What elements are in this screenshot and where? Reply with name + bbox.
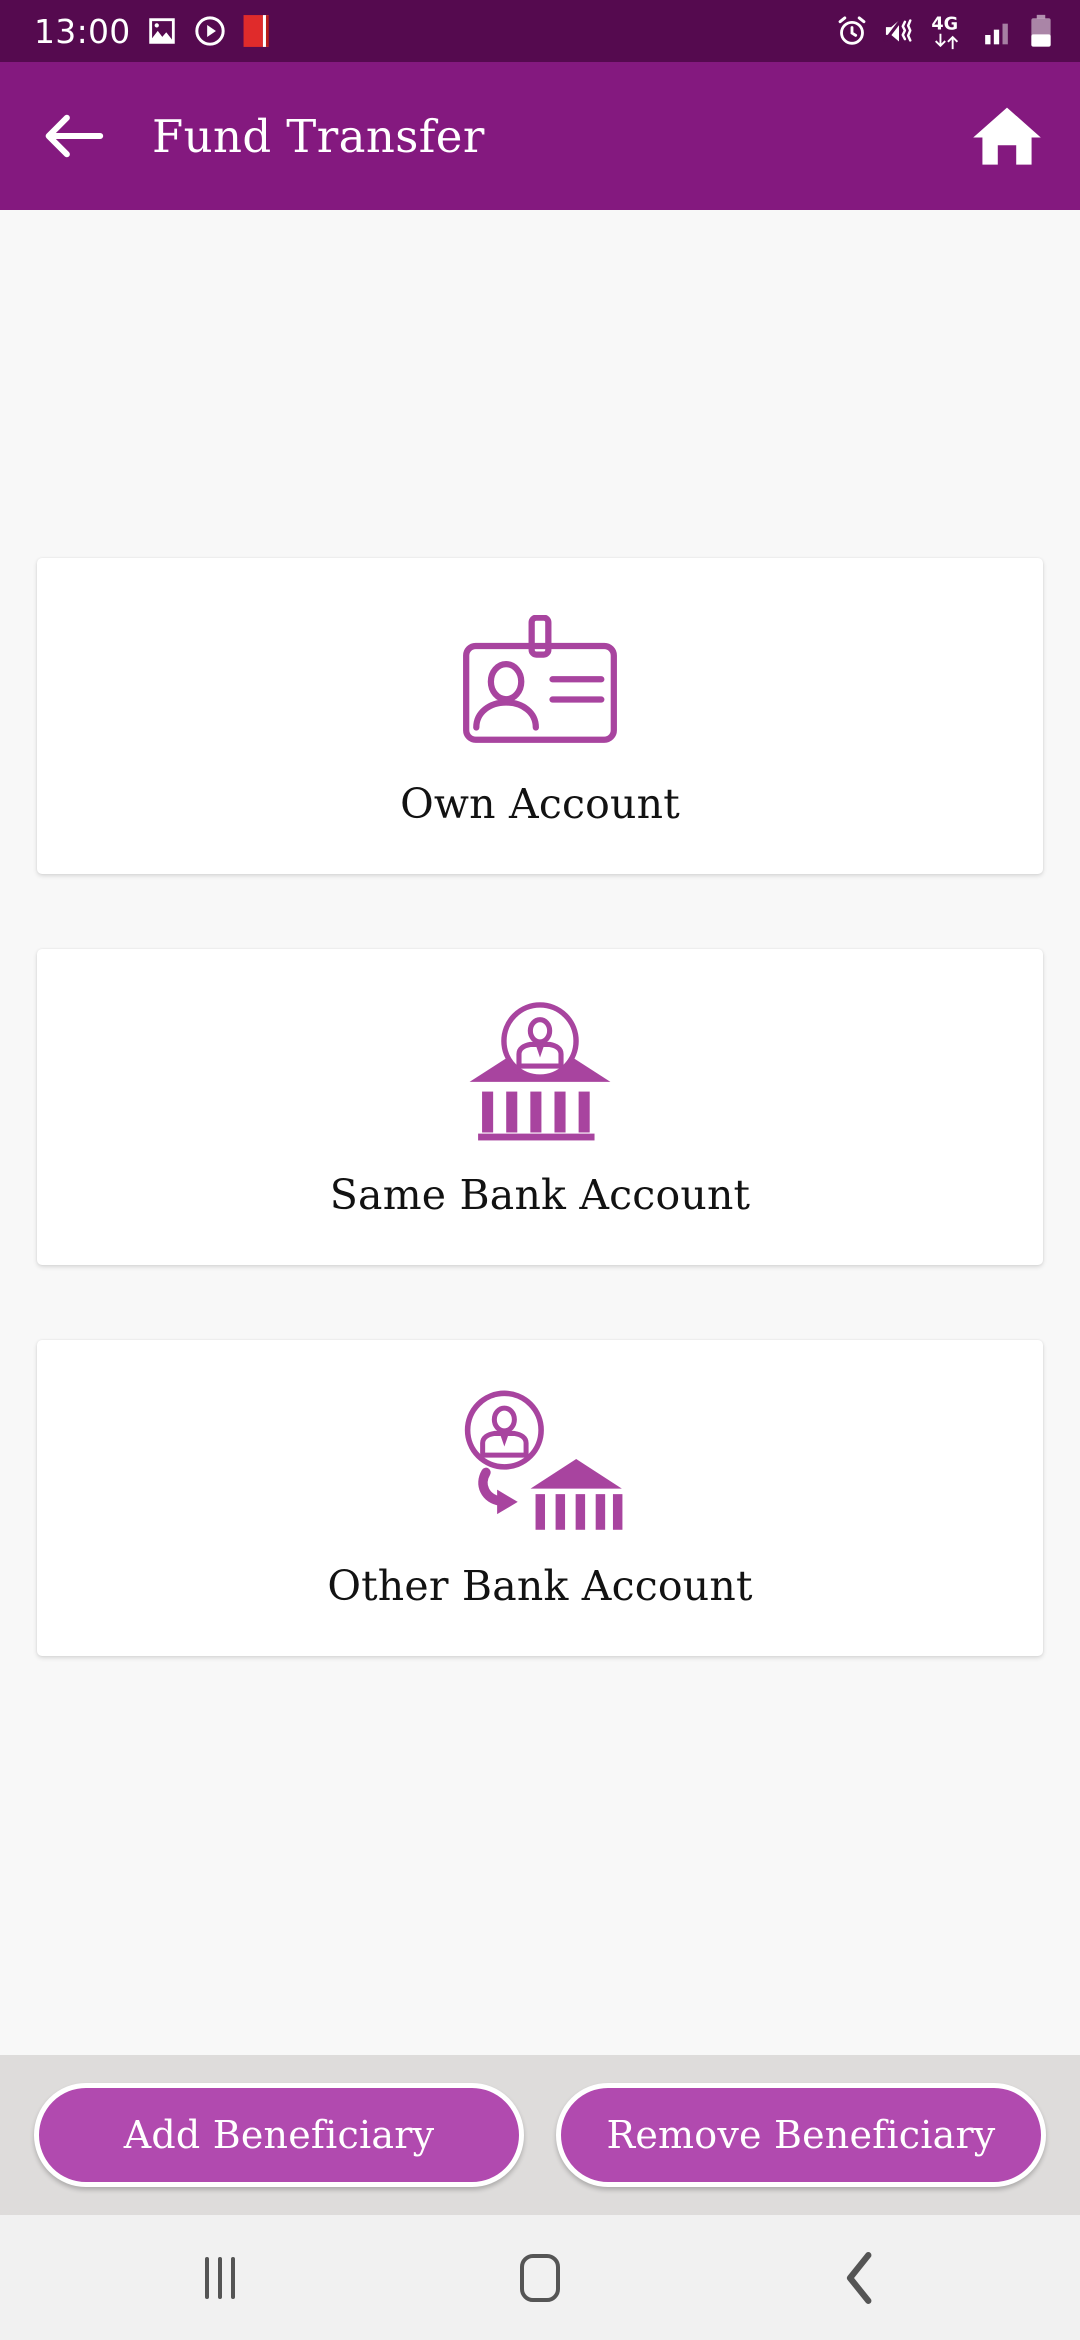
beneficiary-button-bar: Add Beneficiary Remove Beneficiary [0, 2055, 1080, 2215]
status-bar-left: 13:00 [34, 13, 271, 49]
recording-circle-icon [194, 16, 225, 46]
option-card-other-bank-account[interactable]: Other Bank Account [37, 1339, 1043, 1656]
card-label: Other Bank Account [327, 1561, 753, 1610]
nav-back-button[interactable] [785, 2228, 935, 2328]
status-clock: 13:00 [34, 11, 131, 51]
mute-vibrate-icon [883, 18, 912, 43]
nav-recents-button[interactable] [145, 2228, 295, 2328]
main-content: Own Account Same Bank Account Other Bank… [0, 210, 1080, 2055]
status-bar-right: 4G [835, 12, 1054, 50]
back-arrow-icon[interactable] [44, 110, 106, 162]
status-bar: 13:00 4G [0, 0, 1080, 62]
app-bar: Fund Transfer [0, 62, 1080, 210]
alarm-icon [838, 16, 866, 45]
network-4g-icon: 4G [931, 15, 959, 50]
card-icon-wrapper [456, 1386, 624, 1536]
card-icon-wrapper [447, 604, 633, 754]
transfer-to-bank-icon [464, 1390, 623, 1530]
svg-text:4G: 4G [931, 15, 958, 35]
nav-home-button[interactable] [465, 2228, 615, 2328]
back-chevron-icon [846, 2251, 872, 2304]
card-icon-wrapper [463, 995, 617, 1145]
option-card-same-bank-account[interactable]: Same Bank Account [37, 948, 1043, 1265]
home-square-icon [520, 2253, 560, 2302]
card-label: Same Bank Account [329, 1170, 751, 1219]
transfer-options-list: Own Account Same Bank Account Other Bank… [37, 557, 1043, 1656]
option-card-own-account[interactable]: Own Account [37, 557, 1043, 874]
home-icon[interactable] [970, 104, 1044, 168]
red-book-icon [243, 15, 269, 47]
add-beneficiary-button[interactable]: Add Beneficiary [34, 2083, 524, 2187]
signal-bars-icon [985, 23, 1008, 45]
system-nav-bar [0, 2215, 1080, 2340]
recents-icon [205, 2256, 235, 2299]
gallery-icon [148, 18, 175, 44]
battery-icon [1031, 14, 1051, 47]
remove-beneficiary-button[interactable]: Remove Beneficiary [556, 2083, 1046, 2187]
id-badge-icon [463, 614, 617, 743]
card-label: Own Account [400, 779, 680, 828]
page-title: Fund Transfer [152, 109, 485, 163]
app-screen: 13:00 4G Fund Transfer Own Account Same … [0, 0, 1080, 2340]
bank-with-person-icon [469, 1001, 611, 1140]
